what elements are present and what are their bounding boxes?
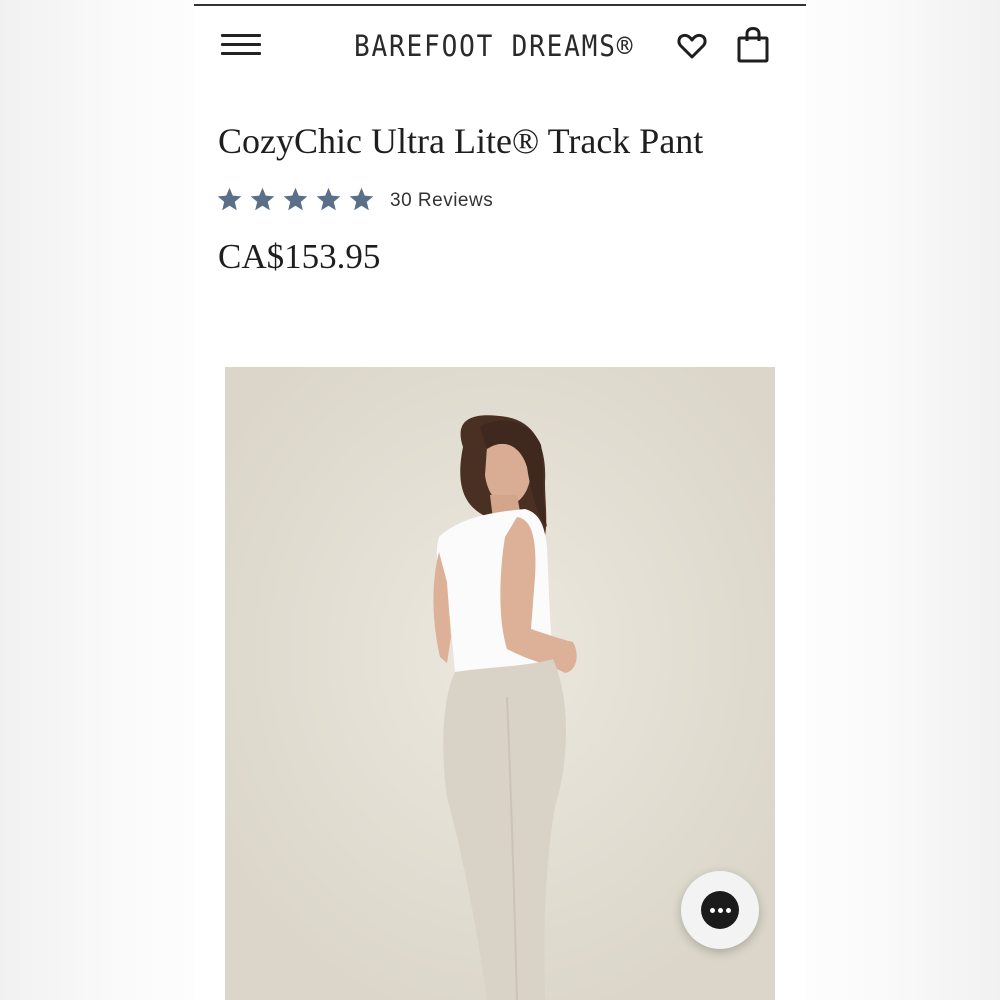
shopping-bag-icon — [737, 26, 769, 63]
star-icon — [316, 187, 341, 211]
hamburger-menu-icon — [221, 34, 261, 37]
product-title: CozyChic Ultra Lite® Track Pant — [218, 121, 704, 161]
product-price: CA$153.95 — [218, 237, 381, 276]
star-icon — [283, 187, 308, 211]
chat-button[interactable] — [681, 871, 759, 949]
mobile-page: BAREFOOT DREAMS® CozyChic Ultra Lite® Tr… — [194, 0, 806, 1000]
reviews-link[interactable]: 30 Reviews — [390, 188, 493, 214]
heart-icon — [677, 33, 707, 59]
menu-button[interactable] — [220, 32, 262, 60]
star-icon — [349, 187, 374, 211]
star-icon — [250, 187, 275, 211]
cart-button[interactable] — [736, 26, 770, 64]
rating-stars[interactable] — [216, 186, 375, 214]
chat-bubble-icon — [701, 891, 739, 929]
top-divider — [194, 4, 806, 6]
wishlist-button[interactable] — [676, 30, 708, 62]
brand-logo[interactable]: BAREFOOT DREAMS® — [354, 26, 632, 66]
star-icon — [217, 187, 242, 211]
